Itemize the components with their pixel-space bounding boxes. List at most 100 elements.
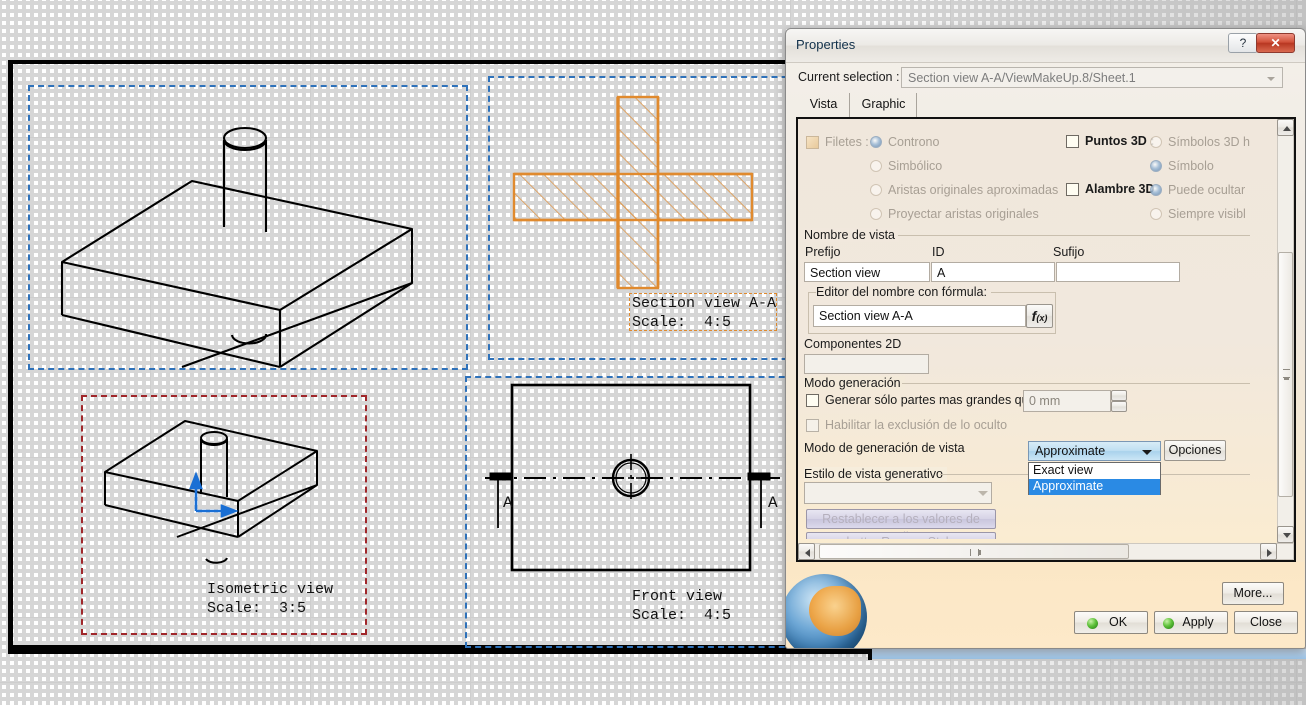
fillets-option-3-label: Proyectar aristas originales [888,207,1039,221]
only-bigger-value: 0 mm [1029,394,1061,408]
green-ball-icon-apply [1163,618,1174,629]
current-selection-row: Current selection : Section view A-A/Vie… [798,67,1294,89]
fillets-option-2-label: Aristas originales aproximadas [888,183,1059,197]
only-bigger-input[interactable]: 0 mm [1023,390,1111,412]
panel-hscroll-thumb[interactable] [819,544,1129,559]
triangle-right-icon [1267,549,1272,557]
apply-button[interactable]: Apply [1154,611,1228,634]
more-button[interactable]: More... [1222,582,1284,605]
view-label-section-line2[interactable]: Scale: 4:5 [632,313,731,332]
view-generation-mode-label: Modo de generación de vista [804,441,965,455]
tab-bar: Vista Graphic [798,93,1294,117]
chevron-down-icon [1267,77,1275,81]
ok-button-label: OK [1108,615,1128,629]
wire3d-option-1-radio[interactable] [1150,208,1162,220]
spinner-up-button[interactable] [1111,390,1127,401]
help-button[interactable]: ? [1228,33,1258,53]
view-label-front-line2[interactable]: Scale: 4:5 [632,606,731,625]
apply-button-label: Apply [1182,615,1214,629]
generative-style-chevron-icon [978,491,988,496]
dialog-close-button[interactable]: Close [1234,611,1298,634]
scroll-up-button[interactable] [1277,119,1294,136]
fillets-checkbox[interactable] [806,136,819,149]
components2d-label: Componentes 2D [804,337,902,351]
fx-icon[interactable]: f(x) [1026,304,1053,328]
scroll-right-button[interactable] [1260,543,1277,560]
view-label-front-line1[interactable]: Front view [632,587,722,606]
close-button-label: Close [1250,615,1282,629]
wire3d-label: Alambre 3D [1085,182,1155,196]
properties-dialog[interactable]: Properties ? ✕ Current selection : Secti… [785,28,1306,649]
id-value: A [937,266,946,280]
close-icon[interactable]: ✕ [1256,33,1295,53]
tab-graphic[interactable]: Graphic [851,93,917,117]
fillets-option-2-radio[interactable] [870,184,882,196]
points3d-checkbox[interactable] [1066,135,1079,148]
options-button-label: Opciones [1168,443,1222,457]
reset-style-button[interactable]: Restablecer a los valores de estilo [806,509,996,539]
panel-scroll-thumb[interactable] [1278,252,1293,497]
remove-style-label: buttonRemoveStyle [846,535,955,539]
options-button[interactable]: Opciones [1164,440,1226,461]
wire3d-checkbox[interactable] [1066,183,1079,196]
only-bigger-checkbox[interactable] [806,394,819,407]
points3d-option-1-radio[interactable] [1150,160,1162,172]
more-button-label: More... [1233,586,1273,600]
wire3d-option-0-label: Puede ocultar [1168,183,1246,197]
hidden-exclusion-checkbox[interactable] [806,419,819,432]
triangle-down-icon [1283,533,1291,538]
view-label-section-line1[interactable]: Section view A-A [632,294,776,313]
dropdown-option-exact-view[interactable]: Exact view [1029,463,1160,479]
fillets-option-1-radio[interactable] [870,160,882,172]
dialog-titlebar[interactable]: Properties ? ✕ [786,29,1305,63]
suffix-input[interactable] [1056,262,1180,282]
spinner-down-button[interactable] [1111,401,1127,412]
taskbar-strip [872,649,1306,659]
formula-value: Section view A-A [819,309,913,323]
dropdown-option-approximate[interactable]: Approximate [1029,479,1160,495]
geometry-isometric-main [60,126,414,369]
view-generation-mode-combo[interactable]: Approximate [1028,441,1161,461]
geometry-isometric-view[interactable] [95,415,355,590]
components2d-input[interactable] [804,354,929,374]
fillets-option-0-label: Controno [888,135,940,149]
fillets-option-0-radio[interactable] [870,136,882,148]
fillets-label: Filetes : [825,135,869,149]
only-bigger-label: Generar sólo partes mas grandes que [825,393,1036,407]
remove-style-button[interactable]: buttonRemoveStyle [806,532,996,539]
current-selection-combo[interactable]: Section view A-A/ViewMakeUp.8/Sheet.1 [901,67,1283,88]
view-generation-mode-dropdown[interactable]: Exact view Approximate [1028,462,1161,495]
scroll-left-button[interactable] [798,543,815,560]
current-selection-label: Current selection : [798,70,900,84]
generative-style-group-title: Estilo de vista generativo [804,467,947,481]
thumb-grip-icon [1283,369,1290,378]
prefix-label: Prefijo [805,245,841,259]
scroll-down-button[interactable] [1277,526,1294,543]
view-name-group-line [898,235,1250,236]
dialog-title: Properties [796,37,856,52]
view-label-isometric-line2[interactable]: Scale: 3:5 [207,599,306,618]
points3d-option-0-radio[interactable] [1150,136,1162,148]
id-input[interactable]: A [931,262,1055,282]
formula-editor-title: Editor del nombre con fórmula: [816,285,991,299]
points3d-option-0-label: Símbolos 3D h [1168,135,1250,149]
hidden-exclusion-label: Habilitar la exclusión de lo oculto [825,418,1008,432]
geometry-section-view[interactable] [512,95,762,290]
wire3d-option-1-label: Siempre visibl [1168,207,1246,221]
points3d-label: Puntos 3D : [1085,134,1155,148]
formula-input[interactable]: Section view A-A [813,305,1026,327]
tab-vista[interactable]: Vista [798,93,850,117]
prefix-value: Section view [810,266,881,280]
prefix-input[interactable]: Section view [804,262,930,282]
section-mark-right: A [768,494,778,512]
triangle-left-icon [805,549,810,557]
ok-button[interactable]: OK [1074,611,1148,634]
triangle-up-icon [1283,126,1291,131]
view-label-isometric-line1[interactable]: Isometric view [207,580,333,599]
geometry-front-view[interactable] [485,380,795,572]
properties-panel: Filetes : Controno Simbólico Aristas ori… [796,117,1296,562]
green-ball-icon [1087,618,1098,629]
wire3d-option-0-radio[interactable] [1150,184,1162,196]
generative-style-combo[interactable] [804,482,992,504]
fillets-option-3-radio[interactable] [870,208,882,220]
